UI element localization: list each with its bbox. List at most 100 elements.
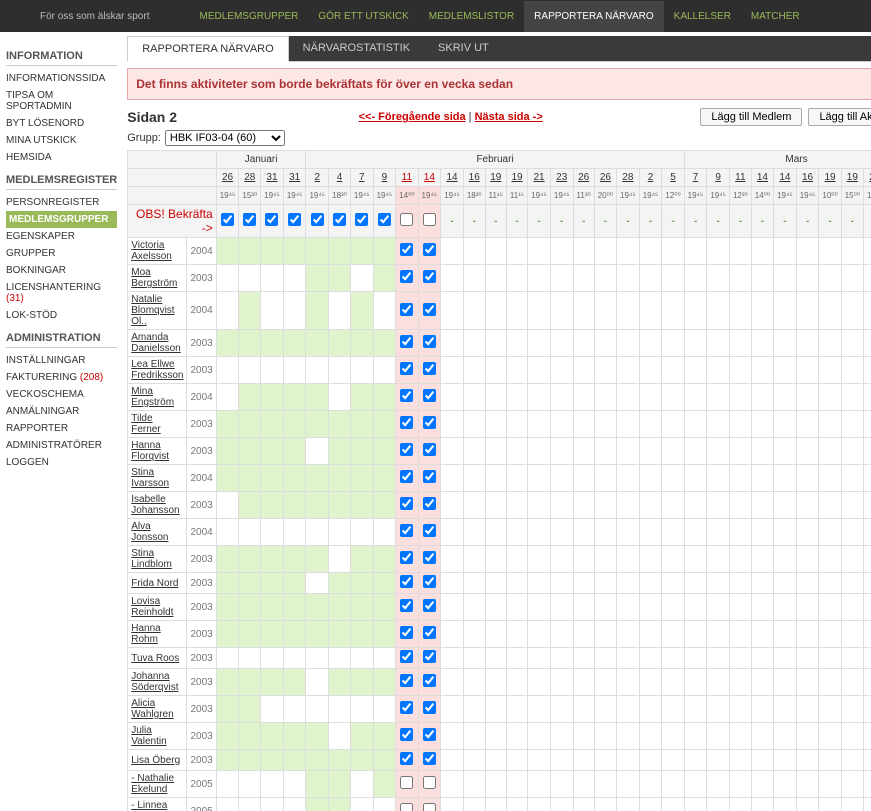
attendance-cell[interactable] [329,411,351,438]
attendance-cell[interactable] [216,723,239,750]
attendance-cell[interactable] [617,238,640,265]
attendance-cell[interactable] [261,411,284,438]
member-link[interactable]: Mina Engström [131,386,174,408]
attendance-cell[interactable] [639,696,662,723]
confirm-checkbox[interactable] [311,213,324,226]
attendance-cell[interactable] [841,465,863,492]
attendance-cell[interactable] [463,357,485,384]
confirm-checkbox[interactable] [378,213,391,226]
attendance-cell[interactable] [594,292,616,330]
attendance-cell[interactable] [350,798,373,811]
attendance-cell[interactable] [283,723,306,750]
attendance-cell[interactable] [528,411,551,438]
attendance-cell[interactable] [684,669,707,696]
attendance-cell[interactable] [864,594,871,621]
attendance-cell[interactable] [864,411,871,438]
attendance-cell[interactable] [796,384,819,411]
attendance-cell[interactable] [550,594,573,621]
attendance-checkbox[interactable] [400,776,413,789]
attendance-cell[interactable] [594,238,616,265]
attendance-cell[interactable] [662,594,684,621]
attendance-checkbox[interactable] [423,701,436,714]
side-link-lok-stöd[interactable]: LOK-STÖD [6,307,117,324]
attendance-cell[interactable] [373,723,396,750]
attendance-cell[interactable] [550,519,573,546]
subtab-skriv-ut[interactable]: SKRIV UT [424,36,503,61]
attendance-cell[interactable] [350,546,373,573]
attendance-cell[interactable] [261,492,284,519]
attendance-cell[interactable] [841,438,863,465]
attendance-cell[interactable] [819,621,841,648]
attendance-checkbox[interactable] [423,303,436,316]
attendance-cell[interactable] [864,519,871,546]
side-link-fakturering[interactable]: FAKTURERING (208) [6,369,117,386]
attendance-cell[interactable] [841,357,863,384]
attendance-cell[interactable] [864,492,871,519]
side-link-bokningar[interactable]: BOKNINGAR [6,262,117,279]
attendance-cell[interactable] [617,438,640,465]
attendance-cell[interactable] [864,357,871,384]
attendance-cell[interactable] [707,438,730,465]
attendance-cell[interactable] [506,384,527,411]
attendance-cell[interactable] [729,265,751,292]
attendance-cell[interactable] [751,465,773,492]
attendance-cell[interactable] [350,750,373,771]
attendance-checkbox[interactable] [400,243,413,256]
attendance-cell[interactable] [261,750,284,771]
attendance-cell[interactable] [463,384,485,411]
attendance-cell[interactable] [573,798,594,811]
attendance-cell[interactable] [283,798,306,811]
attendance-checkbox[interactable] [423,443,436,456]
attendance-cell[interactable] [617,265,640,292]
attendance-cell[interactable] [306,696,329,723]
attendance-checkbox[interactable] [423,599,436,612]
attendance-cell[interactable] [306,492,329,519]
attendance-cell[interactable] [729,723,751,750]
day-link[interactable]: 21 [533,172,544,183]
side-link-mina-utskick[interactable]: MINA UTSKICK [6,132,117,149]
attendance-cell[interactable] [684,292,707,330]
attendance-cell[interactable] [617,798,640,811]
attendance-checkbox[interactable] [423,497,436,510]
attendance-cell[interactable] [573,648,594,669]
attendance-cell[interactable] [729,750,751,771]
attendance-cell[interactable] [506,357,527,384]
attendance-cell[interactable] [239,669,261,696]
member-link[interactable]: Amanda Danielsson [131,332,180,354]
attendance-cell[interactable] [441,330,464,357]
attendance-cell[interactable] [751,384,773,411]
attendance-cell[interactable] [573,357,594,384]
attendance-cell[interactable] [261,573,284,594]
attendance-cell[interactable] [528,265,551,292]
attendance-cell[interactable] [573,669,594,696]
attendance-cell[interactable] [573,492,594,519]
attendance-cell[interactable] [261,669,284,696]
attendance-cell[interactable] [216,771,239,798]
attendance-cell[interactable] [594,798,616,811]
attendance-cell[interactable] [528,750,551,771]
attendance-cell[interactable] [441,411,464,438]
attendance-cell[interactable] [528,771,551,798]
attendance-cell[interactable] [573,438,594,465]
attendance-cell[interactable] [819,330,841,357]
member-link[interactable]: Isabelle Johansson [131,494,179,516]
attendance-cell[interactable] [864,265,871,292]
attendance-cell[interactable] [864,696,871,723]
attendance-cell[interactable] [617,330,640,357]
attendance-cell[interactable] [729,492,751,519]
attendance-cell[interactable] [774,648,797,669]
attendance-checkbox[interactable] [400,389,413,402]
attendance-cell[interactable] [707,292,730,330]
attendance-cell[interactable] [350,330,373,357]
attendance-cell[interactable] [819,465,841,492]
attendance-cell[interactable] [283,265,306,292]
attendance-cell[interactable] [707,384,730,411]
attendance-cell[interactable] [573,546,594,573]
attendance-cell[interactable] [306,573,329,594]
attendance-cell[interactable] [485,723,506,750]
attendance-cell[interactable] [573,723,594,750]
subtab-rapportera-närvaro[interactable]: RAPPORTERA NÄRVARO [127,36,288,62]
attendance-cell[interactable] [662,465,684,492]
attendance-cell[interactable] [707,648,730,669]
attendance-cell[interactable] [283,519,306,546]
